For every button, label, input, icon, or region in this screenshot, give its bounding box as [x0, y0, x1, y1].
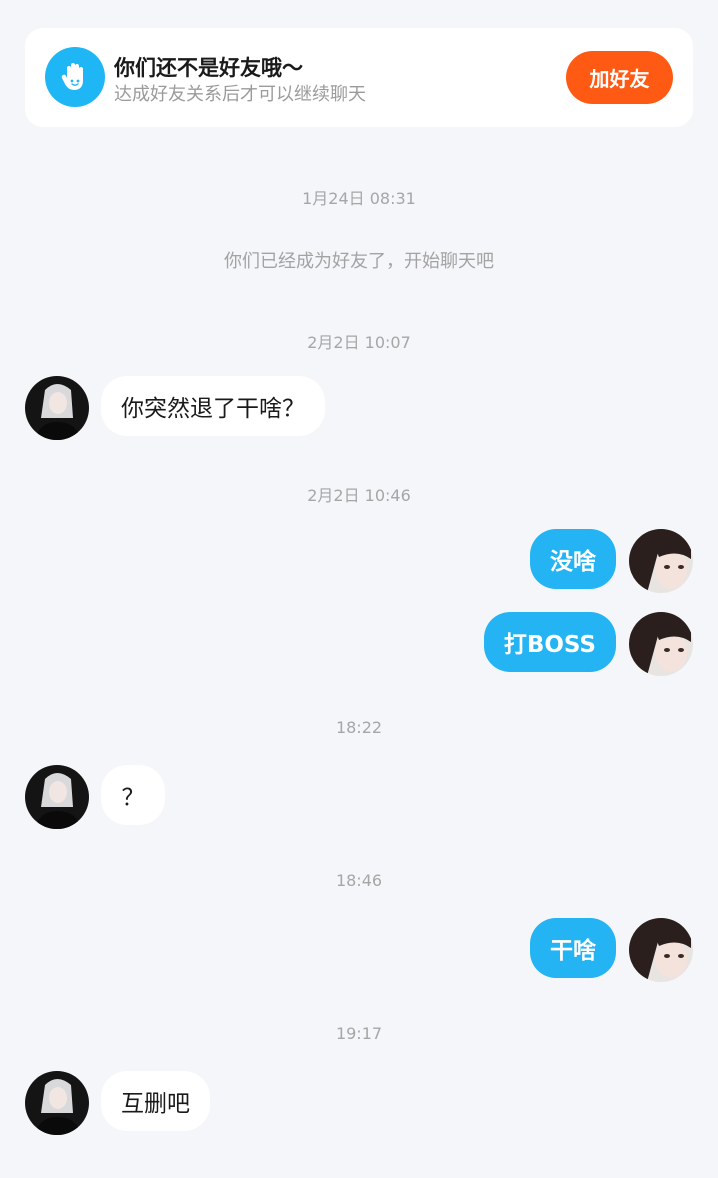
banner-title: 你们还不是好友哦～ — [114, 56, 303, 80]
outgoing-message[interactable]: 没啥 — [530, 529, 616, 589]
my-avatar[interactable] — [629, 529, 693, 593]
timestamp: 2月2日 10:46 — [307, 486, 411, 505]
incoming-message[interactable]: 你突然退了干啥？ — [101, 376, 325, 436]
waving-hand-icon — [45, 47, 105, 107]
timestamp: 1月24日 08:31 — [302, 189, 416, 208]
contact-avatar[interactable] — [25, 376, 89, 440]
my-avatar[interactable] — [629, 918, 693, 982]
add-friend-button[interactable]: 加好友 — [566, 51, 673, 104]
my-avatar[interactable] — [629, 612, 693, 676]
timestamp: 19:17 — [335, 1024, 383, 1043]
not-friends-banner: 你们还不是好友哦～ 达成好友关系后才可以继续聊天 加好友 — [25, 28, 693, 127]
contact-avatar[interactable] — [25, 765, 89, 829]
timestamp: 18:46 — [335, 871, 383, 890]
timestamp: 18:22 — [335, 718, 383, 737]
timestamp: 2月2日 10:07 — [307, 333, 411, 352]
banner-subtitle: 达成好友关系后才可以继续聊天 — [114, 84, 366, 105]
system-message: 你们已经成为好友了，开始聊天吧 — [224, 251, 494, 272]
contact-avatar[interactable] — [25, 1071, 89, 1135]
incoming-message[interactable]: 互删吧 — [101, 1071, 210, 1131]
outgoing-message[interactable]: 干啥 — [530, 918, 616, 978]
outgoing-message[interactable]: 打BOSS — [483, 612, 616, 672]
incoming-message[interactable]: ？ — [101, 765, 165, 825]
